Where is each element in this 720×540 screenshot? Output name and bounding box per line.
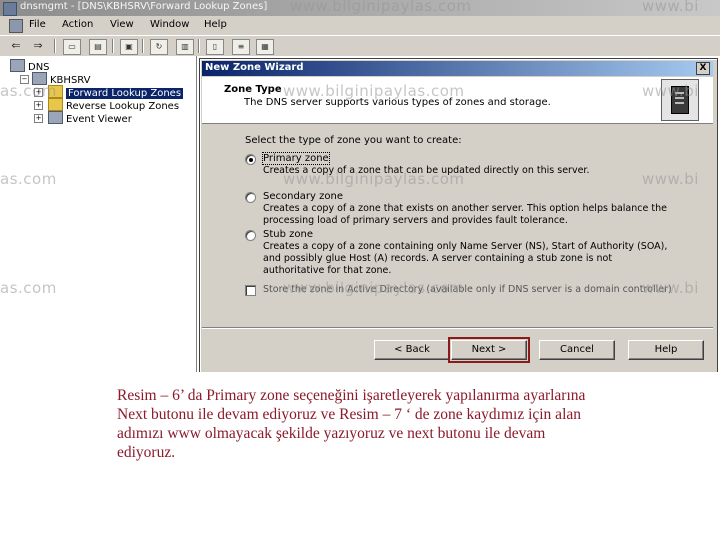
caption-text: Resim – 6’ da Primary zone seçeneğini iş… bbox=[117, 387, 586, 461]
close-icon[interactable]: X bbox=[696, 62, 710, 75]
primary-zone-radio[interactable] bbox=[245, 154, 256, 165]
dialog-title-bar: New Zone Wizard X bbox=[202, 61, 713, 76]
new-zone-wizard-dialog: New Zone Wizard X Zone Type The DNS serv… bbox=[199, 58, 718, 372]
button-separator bbox=[202, 327, 713, 329]
tree-item-forward-lookup-zones[interactable]: Forward Lookup Zones bbox=[48, 85, 184, 99]
store-in-ad-label[interactable]: Store the zone in Active Directory (avai… bbox=[263, 284, 672, 295]
screenshot: dnsmgmt - [DNS\KBHSRV\Forward Lookup Zon… bbox=[0, 0, 720, 372]
wizard-step-title: Zone Type bbox=[224, 84, 282, 95]
back-button[interactable]: < Back bbox=[374, 340, 450, 360]
tree-root-dns[interactable]: DNS bbox=[10, 59, 50, 73]
menu-bar: File Action View Window Help bbox=[0, 17, 720, 34]
tree-item-reverse-lookup-zones[interactable]: Reverse Lookup Zones bbox=[48, 98, 179, 112]
store-in-ad-checkbox[interactable] bbox=[245, 285, 256, 296]
menu-help[interactable]: Help bbox=[204, 19, 227, 30]
wizard-step-subtitle: The DNS server supports various types of… bbox=[244, 97, 551, 108]
refresh-icon[interactable]: ↻ bbox=[150, 39, 168, 55]
folder-icon bbox=[48, 85, 63, 98]
help-icon[interactable]: ▯ bbox=[206, 39, 224, 55]
menu-file[interactable]: File bbox=[29, 19, 46, 30]
expand-reverse-icon[interactable]: + bbox=[34, 101, 43, 110]
expand-server-icon[interactable]: − bbox=[20, 75, 29, 84]
app-icon bbox=[3, 2, 17, 16]
tree-server-kbhsrv[interactable]: KBHSRV bbox=[32, 72, 91, 86]
show-hide-tree-icon[interactable]: ▤ bbox=[89, 39, 107, 55]
primary-zone-label[interactable]: Primary zone bbox=[262, 152, 330, 165]
new-folder-icon[interactable]: ▦ bbox=[256, 39, 274, 55]
dialog-title: New Zone Wizard bbox=[205, 62, 304, 73]
forward-icon[interactable]: ⇒ bbox=[30, 39, 46, 53]
menu-window[interactable]: Window bbox=[150, 19, 189, 30]
wizard-server-icon bbox=[661, 79, 699, 121]
menu-action[interactable]: Action bbox=[62, 19, 93, 30]
event-viewer-icon bbox=[48, 111, 63, 124]
expand-event-viewer-icon[interactable]: + bbox=[34, 114, 43, 123]
stub-zone-radio[interactable] bbox=[245, 230, 256, 241]
console-tree: DNS − KBHSRV + Forward Lookup Zones + Re… bbox=[0, 56, 197, 372]
cancel-button[interactable]: Cancel bbox=[539, 340, 615, 360]
wizard-header: Zone Type The DNS server supports variou… bbox=[202, 77, 713, 124]
zone-type-prompt: Select the type of zone you want to crea… bbox=[245, 135, 462, 146]
next-button[interactable]: Next > bbox=[448, 337, 530, 363]
stub-zone-description: Creates a copy of a zone containing only… bbox=[263, 241, 668, 276]
stub-zone-label[interactable]: Stub zone bbox=[263, 229, 313, 240]
window-title: dnsmgmt - [DNS\KBHSRV\Forward Lookup Zon… bbox=[20, 1, 268, 12]
back-icon[interactable]: ⇐ bbox=[8, 39, 24, 53]
folder-icon bbox=[48, 98, 63, 111]
export-list-icon[interactable]: ▥ bbox=[176, 39, 194, 55]
properties-icon[interactable]: ▣ bbox=[120, 39, 138, 55]
tree-item-event-viewer[interactable]: Event Viewer bbox=[48, 111, 132, 125]
window-title-bar: dnsmgmt - [DNS\KBHSRV\Forward Lookup Zon… bbox=[0, 0, 720, 16]
toolbar: ⇐ ⇒ ▭ ▤ ▣ ↻ ▥ ▯ ≡ ▦ bbox=[0, 35, 720, 57]
system-menu-icon[interactable] bbox=[9, 19, 23, 33]
server-icon bbox=[32, 72, 47, 85]
secondary-zone-description: Creates a copy of a zone that exists on … bbox=[263, 203, 667, 226]
up-folder-icon[interactable]: ▭ bbox=[63, 39, 81, 55]
expand-forward-icon[interactable]: + bbox=[34, 88, 43, 97]
list-icon[interactable]: ≡ bbox=[232, 39, 250, 55]
secondary-zone-radio[interactable] bbox=[245, 192, 256, 203]
secondary-zone-label[interactable]: Secondary zone bbox=[263, 191, 343, 202]
help-button[interactable]: Help bbox=[628, 340, 704, 360]
dns-icon bbox=[10, 59, 25, 72]
primary-zone-description: Creates a copy of a zone that can be upd… bbox=[263, 165, 590, 176]
menu-view[interactable]: View bbox=[110, 19, 134, 30]
